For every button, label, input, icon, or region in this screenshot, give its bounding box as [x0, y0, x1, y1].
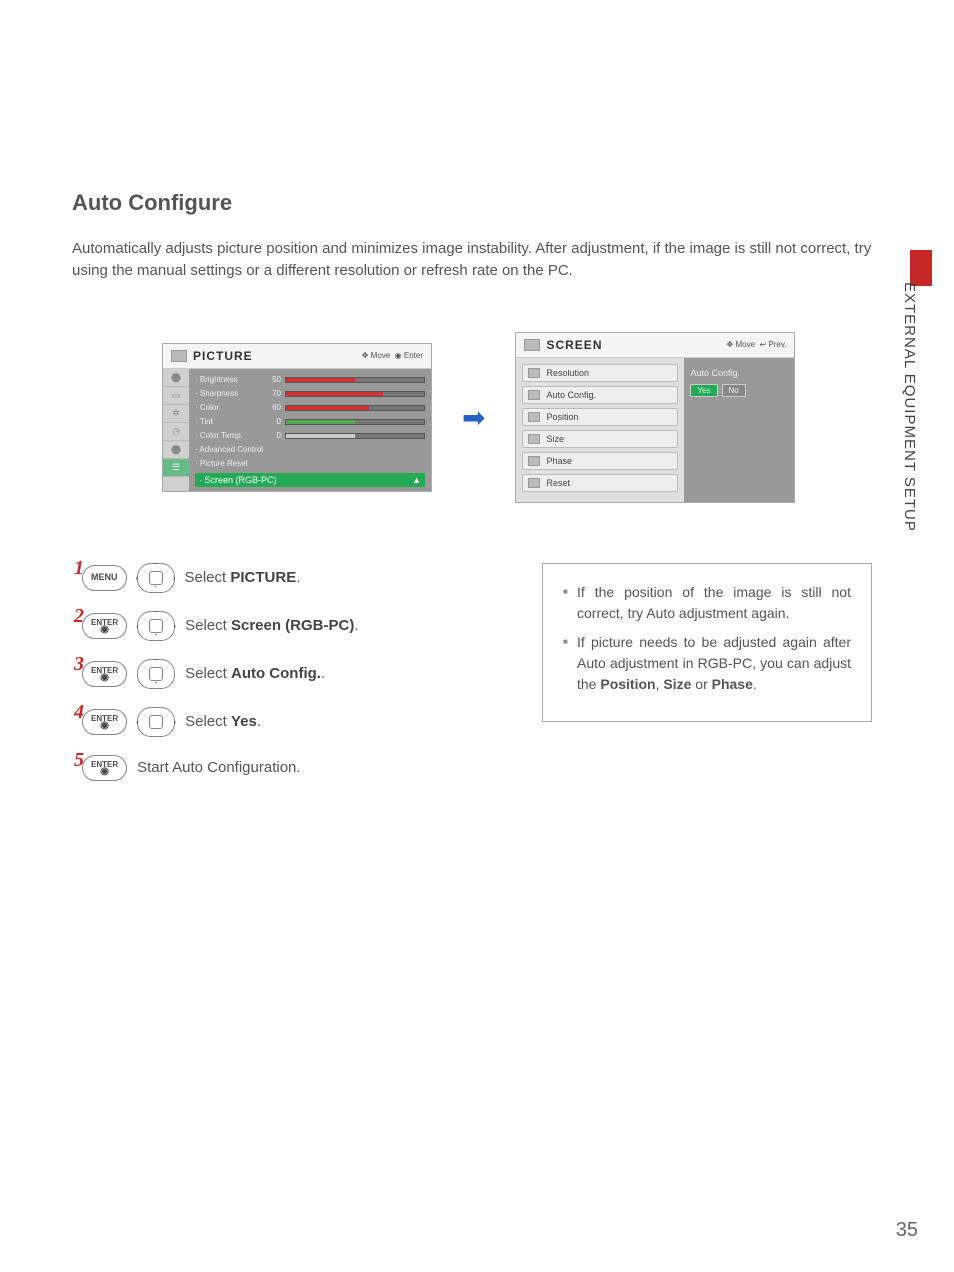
screen-item-position: Position: [522, 408, 678, 426]
enter-key: ENTER◉: [82, 755, 127, 781]
nav-key: ˆˇ: [137, 659, 175, 689]
osd-picture-list: · Brightness50 · Sharpness70 · Color60 ·…: [189, 369, 431, 491]
screen-item-autoconfig: Auto Config.: [522, 386, 678, 404]
hint-move: Move: [371, 351, 391, 360]
yes-button: Yes: [690, 384, 717, 397]
step-5: 5 ENTER◉ Start Auto Configuration.: [82, 755, 502, 781]
page-title: Auto Configure: [72, 190, 882, 216]
osd-row: PICTURE ✥ Move ◉ Enter ⬤▭✲◷⬤☰ · Brightne…: [72, 332, 882, 503]
step-number: 4: [74, 701, 84, 724]
step-number: 5: [74, 749, 84, 772]
step-2: 2 ENTER◉ ‹›ˆˇ Select Screen (RGB-PC).: [82, 611, 502, 641]
step-3: 3 ENTER◉ ˆˇ Select Auto Config..: [82, 659, 502, 689]
nav-key: ‹›ˆˇ: [137, 611, 175, 641]
step-number: 2: [74, 605, 84, 628]
tip-2: If picture needs to be adjusted again af…: [563, 632, 851, 695]
item-reset: · Picture Reset: [195, 459, 267, 468]
hint-enter: Enter: [404, 351, 423, 360]
osd-picture-menu: PICTURE ✥ Move ◉ Enter ⬤▭✲◷⬤☰ · Brightne…: [162, 343, 432, 492]
osd-screen-hints: ✥ Move ↩ Prev.: [727, 340, 787, 349]
arrow-icon: ➡: [462, 401, 485, 434]
item-sharpness: · Sharpness: [195, 389, 267, 398]
enter-key: ENTER◉: [82, 709, 127, 735]
menu-key: MENU: [82, 565, 127, 591]
nav-key: ‹›ˆˇ: [137, 563, 175, 593]
enter-key: ENTER◉: [82, 613, 127, 639]
screen-item-phase: Phase: [522, 452, 678, 470]
osd-screen-menu: SCREEN ✥ Move ↩ Prev. Resolution Auto Co…: [515, 332, 795, 503]
screen-right-label: Auto Config.: [690, 368, 788, 378]
item-tint: · Tint: [195, 417, 267, 426]
item-brightness: · Brightness: [195, 375, 267, 384]
item-colortemp: · Color Temp.: [195, 431, 267, 440]
tips-box: If the position of the image is still no…: [542, 563, 872, 722]
monitor-icon: [171, 350, 187, 362]
screen-item-reset: Reset: [522, 474, 678, 492]
osd-picture-hints: ✥ Move ◉ Enter: [362, 351, 423, 360]
item-color: · Color: [195, 403, 267, 412]
step-number: 3: [74, 653, 84, 676]
no-button: No: [722, 384, 746, 397]
osd-picture-title: PICTURE: [193, 349, 253, 363]
enter-key: ENTER◉: [82, 661, 127, 687]
hint-prev: Prev.: [768, 340, 786, 349]
step-1: 1 MENU ‹›ˆˇ Select PICTURE.: [82, 563, 502, 593]
screen-item-resolution: Resolution: [522, 364, 678, 382]
page-number: 35: [896, 1219, 918, 1242]
step-4: 4 ENTER◉ ‹› Select Yes.: [82, 707, 502, 737]
screen-item-size: Size: [522, 430, 678, 448]
tip-1: If the position of the image is still no…: [563, 582, 851, 624]
osd-side-icons: ⬤▭✲◷⬤☰: [163, 369, 189, 491]
monitor-icon: [524, 339, 540, 351]
osd-screen-title: SCREEN: [546, 338, 602, 352]
step-number: 1: [74, 557, 84, 580]
intro-paragraph: Automatically adjusts picture position a…: [72, 238, 882, 282]
item-screen-selected: · Screen (RGB-PC)▲: [195, 473, 425, 487]
steps-list: 1 MENU ‹›ˆˇ Select PICTURE. 2 ENTER◉ ‹›ˆ…: [82, 563, 502, 799]
nav-key: ‹›: [137, 707, 175, 737]
hint-move: Move: [735, 340, 755, 349]
item-advanced: · Advanced Control: [195, 445, 267, 454]
